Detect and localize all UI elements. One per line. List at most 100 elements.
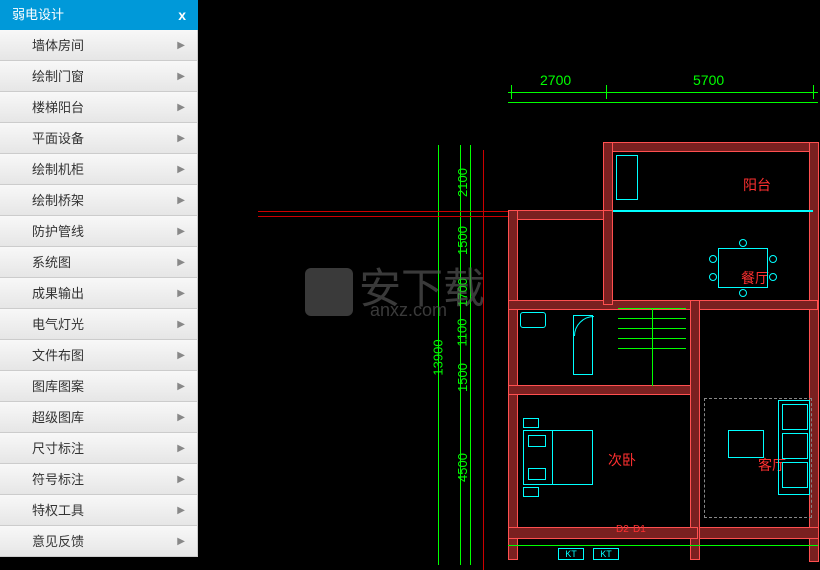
dim-value: 2100 xyxy=(455,168,470,197)
dim-line xyxy=(470,145,471,565)
menu-label: 超级图库 xyxy=(32,402,84,433)
menu-item-dimension[interactable]: 尺寸标注 ▶ xyxy=(0,433,198,464)
guide-line xyxy=(258,216,518,217)
chevron-right-icon: ▶ xyxy=(177,154,185,185)
dim-line xyxy=(508,92,818,93)
wall-segment xyxy=(603,210,613,305)
dim-value: 4500 xyxy=(455,453,470,482)
menu-item-conduit[interactable]: 防护管线 ▶ xyxy=(0,216,198,247)
menu-item-file-layout[interactable]: 文件布图 ▶ xyxy=(0,340,198,371)
menu-label: 文件布图 xyxy=(32,340,84,371)
dim-line xyxy=(508,545,818,546)
balcony-rail xyxy=(613,210,813,212)
dim-value: 1500 xyxy=(455,226,470,255)
dim-tick xyxy=(511,85,512,99)
menu-label: 电气灯光 xyxy=(32,309,84,340)
menu-item-tray[interactable]: 绘制桥架 ▶ xyxy=(0,185,198,216)
dining-table xyxy=(718,248,768,288)
wall-segment xyxy=(508,385,698,395)
wall-segment xyxy=(508,210,608,220)
close-icon[interactable]: x xyxy=(178,0,186,30)
menu-title: 弱电设计 xyxy=(12,0,64,30)
wall-segment xyxy=(603,142,818,152)
menu-item-tools[interactable]: 特权工具 ▶ xyxy=(0,495,198,526)
menu-item-super-gallery[interactable]: 超级图库 ▶ xyxy=(0,402,198,433)
chevron-right-icon: ▶ xyxy=(177,495,185,526)
guide-line xyxy=(258,211,518,212)
menu-item-cabinet[interactable]: 绘制机柜 ▶ xyxy=(0,154,198,185)
chevron-right-icon: ▶ xyxy=(177,309,185,340)
chevron-right-icon: ▶ xyxy=(177,30,185,61)
menu-label: 防护管线 xyxy=(32,216,84,247)
dim-value: 1500 xyxy=(455,363,470,392)
dim-value: 13900 xyxy=(431,339,446,375)
menu-item-system[interactable]: 系统图 ▶ xyxy=(0,247,198,278)
chevron-right-icon: ▶ xyxy=(177,371,185,402)
chevron-right-icon: ▶ xyxy=(177,61,185,92)
marker-d1: D1 xyxy=(633,524,646,535)
menu-label: 成果输出 xyxy=(32,278,84,309)
chevron-right-icon: ▶ xyxy=(177,340,185,371)
room-label-bedroom2: 次卧 xyxy=(608,450,636,470)
wall-segment xyxy=(699,527,819,539)
chevron-right-icon: ▶ xyxy=(177,216,185,247)
menu-label: 特权工具 xyxy=(32,495,84,526)
marker-d2: D2 xyxy=(616,524,629,535)
menu-item-lighting[interactable]: 电气灯光 ▶ xyxy=(0,309,198,340)
menu-label: 系统图 xyxy=(32,247,71,278)
drawing-canvas[interactable]: 2700 5700 2100 1500 1700 1100 1500 4500 … xyxy=(198,0,820,567)
menu-label: 平面设备 xyxy=(32,123,84,154)
bed xyxy=(523,430,593,485)
menu-label: 符号标注 xyxy=(32,464,84,495)
chevron-right-icon: ▶ xyxy=(177,402,185,433)
chevron-right-icon: ▶ xyxy=(177,278,185,309)
wall-segment xyxy=(508,527,698,539)
room-label-balcony: 阳台 xyxy=(743,175,771,195)
dim-value: 1700 xyxy=(455,278,470,307)
dim-line xyxy=(460,145,461,565)
menu-label: 绘制门窗 xyxy=(32,61,84,92)
closet xyxy=(616,155,638,200)
menu-label: 绘制机柜 xyxy=(32,154,84,185)
menu-item-output[interactable]: 成果输出 ▶ xyxy=(0,278,198,309)
chevron-right-icon: ▶ xyxy=(177,433,185,464)
door-arc xyxy=(573,315,593,375)
menu-header: 弱电设计 x xyxy=(0,0,198,30)
nightstand xyxy=(523,487,539,497)
menu-item-walls[interactable]: 墙体房间 ▶ xyxy=(0,30,198,61)
menu-item-doors[interactable]: 绘制门窗 ▶ xyxy=(0,61,198,92)
nightstand xyxy=(523,418,539,428)
menu-item-stairs[interactable]: 楼梯阳台 ▶ xyxy=(0,92,198,123)
marker-kt: KT xyxy=(593,548,619,560)
menu-label: 意见反馈 xyxy=(32,526,84,557)
menu-item-symbol[interactable]: 符号标注 ▶ xyxy=(0,464,198,495)
chevron-right-icon: ▶ xyxy=(177,247,185,278)
menu-label: 楼梯阳台 xyxy=(32,92,84,123)
menu-item-gallery[interactable]: 图库图案 ▶ xyxy=(0,371,198,402)
wall-segment xyxy=(603,142,613,220)
dim-value: 5700 xyxy=(693,72,724,88)
dim-tick xyxy=(606,85,607,99)
chevron-right-icon: ▶ xyxy=(177,92,185,123)
dim-value: 2700 xyxy=(540,72,571,88)
stairs xyxy=(618,308,686,386)
menu-label: 绘制桥架 xyxy=(32,185,84,216)
dim-value: 1100 xyxy=(454,319,469,347)
menu-item-plan-equip[interactable]: 平面设备 ▶ xyxy=(0,123,198,154)
chevron-right-icon: ▶ xyxy=(177,526,185,557)
guide-line xyxy=(483,150,484,570)
sidebar-menu: 弱电设计 x 墙体房间 ▶ 绘制门窗 ▶ 楼梯阳台 ▶ 平面设备 ▶ 绘制机柜 … xyxy=(0,0,198,557)
menu-item-feedback[interactable]: 意见反馈 ▶ xyxy=(0,526,198,557)
wall-segment xyxy=(690,300,700,560)
menu-label: 墙体房间 xyxy=(32,30,84,61)
menu-label: 尺寸标注 xyxy=(32,433,84,464)
chevron-right-icon: ▶ xyxy=(177,123,185,154)
rug xyxy=(704,398,812,518)
marker-kt: KT xyxy=(558,548,584,560)
toilet xyxy=(520,312,546,328)
chevron-right-icon: ▶ xyxy=(177,185,185,216)
dim-tick xyxy=(813,85,814,99)
menu-label: 图库图案 xyxy=(32,371,84,402)
chevron-right-icon: ▶ xyxy=(177,464,185,495)
dim-line xyxy=(508,102,818,103)
